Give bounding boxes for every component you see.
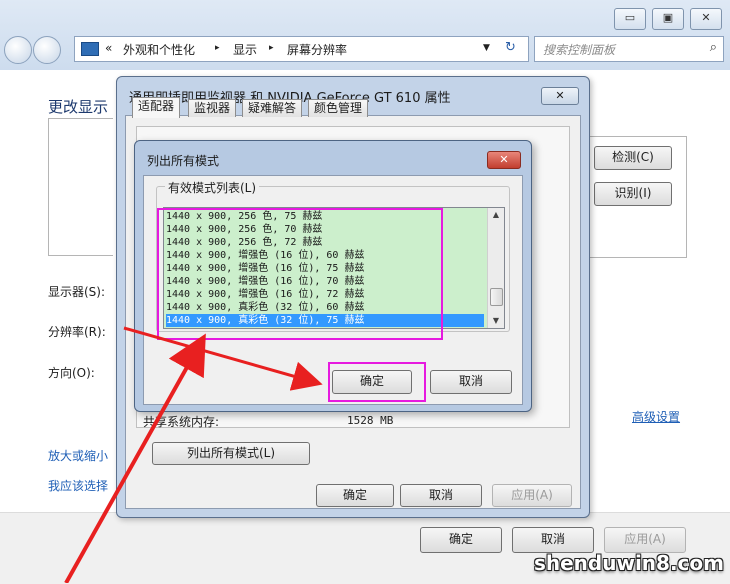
arrow-to-list-icon: [64, 333, 206, 583]
arrow-to-ok-icon: [123, 326, 323, 391]
annotation-arrows: [64, 326, 323, 583]
watermark: shenduwin8.com: [533, 551, 724, 575]
